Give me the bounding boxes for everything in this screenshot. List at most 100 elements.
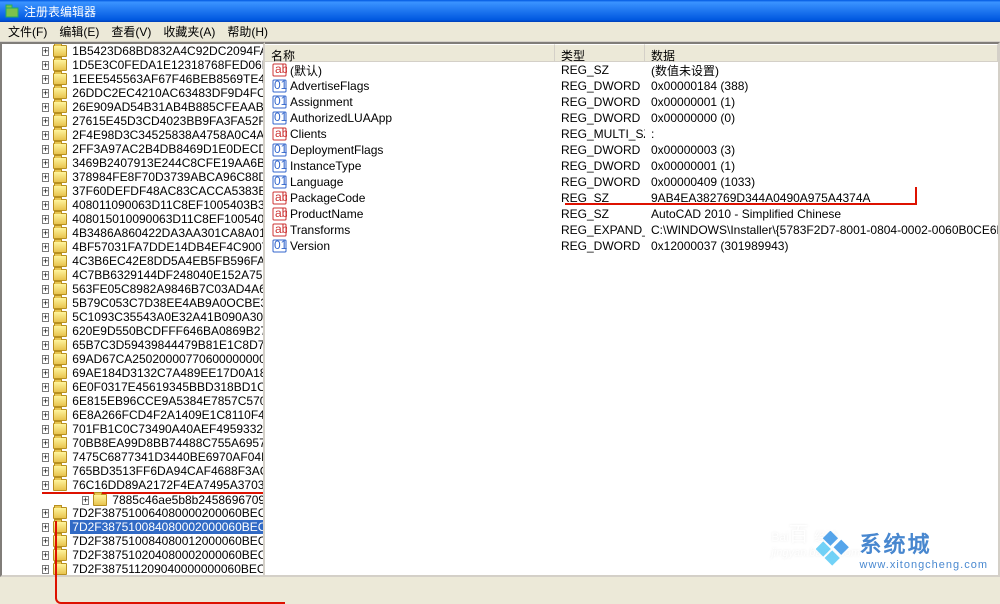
value-row[interactable]: 011AdvertiseFlagsREG_DWORD0x00000184 (38… [265,78,998,94]
tree-node[interactable]: +563FE05C8982A9846B7C03AD4A669E2A [2,282,263,296]
tree-node[interactable]: +26DDC2EC4210AC63483DF9D4FCC58B59 [2,86,263,100]
tree-node[interactable]: +5B79C053C7D38EE4AB9A0OCBE3B5D2472 [2,296,263,310]
expand-icon[interactable]: + [42,467,49,476]
tree-node[interactable]: +1B5423D68BD832A4C92DC2094FA0AB6F [2,44,263,58]
expand-icon[interactable]: + [42,509,49,518]
values-pane[interactable]: 名称 类型 数据 ab(默认)REG_SZ(数值未设置)011Advertise… [265,42,1000,577]
expand-icon[interactable]: + [42,89,49,98]
expand-icon[interactable]: + [42,453,49,462]
expand-icon[interactable]: + [42,215,49,224]
expand-icon[interactable]: + [42,439,49,448]
expand-icon[interactable]: + [42,47,49,56]
col-header-name[interactable]: 名称 [265,44,555,61]
tree-node[interactable]: +2FF3A97AC2B4DB8469D1E0DECD39044B [2,142,263,156]
tree-node[interactable]: +408011090063D11C8EF1005403B3839C [2,198,263,212]
expand-icon[interactable]: + [42,187,49,196]
col-header-data[interactable]: 数据 [645,44,998,61]
tree-node[interactable]: +701FB1C0C73490A40AEF4959332410OF [2,422,263,436]
expand-icon[interactable]: + [42,565,49,574]
tree-node[interactable]: +6E0F0317E45619345BBD318BD1CBC646 [2,380,263,394]
tree-node[interactable]: +7D2F387510084080012000060BECB6AB [2,534,263,548]
expand-icon[interactable]: + [42,229,49,238]
tree-node[interactable]: +6E8A266FCD4F2A1409E1C8110F44DECE [2,408,263,422]
expand-icon[interactable]: + [42,145,49,154]
expand-icon[interactable]: + [42,173,49,182]
tree-node[interactable]: +69AE184D3132C7A489EE17D0A18F48CA [2,366,263,380]
folder-icon [53,381,67,393]
expand-icon[interactable]: + [42,313,49,322]
expand-icon[interactable]: + [42,481,49,490]
tree-node[interactable]: +69AD67CA25020000770600000000000030 [2,352,263,366]
tree-node[interactable]: +4BF57031FA7DDE14DB4EF4C900TDC2FF [2,240,263,254]
expand-icon[interactable]: + [42,551,49,560]
col-header-type[interactable]: 类型 [555,44,645,61]
tree-node[interactable]: +70BB8EA99D8BB74488C755A69578D8A3 [2,436,263,450]
expand-icon[interactable]: + [42,537,49,546]
value-row[interactable]: 011AuthorizedLUAAppREG_DWORD0x00000000 (… [265,110,998,126]
expand-icon[interactable]: + [42,117,49,126]
expand-icon[interactable]: + [42,383,49,392]
menu-favorites[interactable]: 收藏夹(A) [157,21,221,42]
expand-icon[interactable]: + [42,103,49,112]
value-row[interactable]: 011DeploymentFlagsREG_DWORD0x00000003 (3… [265,142,998,158]
tree-node[interactable]: +6E815EB96CCE9A5384E7857C57002F0 [2,394,263,408]
tree-node[interactable]: +408015010090063D11C8EF10054038389C [2,212,263,226]
expand-icon[interactable]: + [42,369,49,378]
expand-icon[interactable]: + [42,411,49,420]
expand-icon[interactable]: + [42,271,49,280]
tree-node[interactable]: +4C7BB6329144DF248040E152A7523ED4 [2,268,263,282]
tree-node[interactable]: +65B7C3D59439844479B81E1C8D7598AC8 [2,338,263,352]
tree-node[interactable]: +37F60DEFDF48AC83CACCA5383B834973 [2,184,263,198]
tree-node[interactable]: +27615E45D3CD4023BB9FA3FA52FC8FEA [2,114,263,128]
value-row[interactable]: 011VersionREG_DWORD0x12000037 (301989943… [265,238,998,254]
expand-icon[interactable]: + [42,341,49,350]
menu-help[interactable]: 帮助(H) [221,21,274,42]
value-row[interactable]: abProductNameREG_SZAutoCAD 2010 - Simpli… [265,206,998,222]
tree-node[interactable]: +4C3B6EC42E8DD5A4EB5FB596FA44B3C0 [2,254,263,268]
tree-node[interactable]: +7D2F387510084080002000060BECB6AB [2,520,263,534]
expand-icon[interactable]: + [42,61,49,70]
expand-icon[interactable]: + [42,327,49,336]
tree-node[interactable]: +3469B2407913E244C8CFE19AA6BE1A66 [2,156,263,170]
tree-node[interactable]: +5C1093C35543A0E32A41B090A305076A [2,310,263,324]
svg-text:011: 011 [274,95,287,108]
menu-edit[interactable]: 编辑(E) [53,21,105,42]
tree-node[interactable]: +2F4E98D3C34525838A4758A0C4A24280 [2,128,263,142]
expand-icon[interactable]: + [42,75,49,84]
tree-node[interactable]: +378984FE8F70D3739ABCA96C88DA9A46 [2,170,263,184]
tree-node[interactable]: +26E909AD54B31AB4B885CFEAABB4EC9C [2,100,263,114]
tree-node[interactable]: +1D5E3C0FEDA1E12318768FED06E995A [2,58,263,72]
expand-icon[interactable]: + [82,496,89,505]
tree-node[interactable]: +620E9D550BCDFFF646BA0869B2722C86F [2,324,263,338]
value-row[interactable]: 011AssignmentREG_DWORD0x00000001 (1) [265,94,998,110]
expand-icon[interactable]: + [42,355,49,364]
tree-node[interactable]: +7D2F387510204080002000060BECB6AB [2,548,263,562]
menu-file[interactable]: 文件(F) [2,21,53,42]
expand-icon[interactable]: + [42,243,49,252]
expand-icon[interactable]: + [42,159,49,168]
tree-node[interactable]: +4B3486A860422DA3AA301CA8A012D781 [2,226,263,240]
expand-icon[interactable]: + [42,299,49,308]
tree-node[interactable]: +7885c46ae5b8b2458696709a5b6f5f1 [42,492,263,506]
value-row[interactable]: 011LanguageREG_DWORD0x00000409 (1033) [265,174,998,190]
expand-icon[interactable]: + [42,131,49,140]
expand-icon[interactable]: + [42,257,49,266]
value-row[interactable]: ab(默认)REG_SZ(数值未设置) [265,62,998,78]
expand-icon[interactable]: + [42,523,49,532]
tree-node[interactable]: +7D2F387510064080000200060BECB6AB [2,506,263,520]
tree-node[interactable]: +1EEE545563AF67F46BEB8569TE4F2B5D [2,72,263,86]
expand-icon[interactable]: + [42,425,49,434]
tree-pane[interactable]: +1B5423D68BD832A4C92DC2094FA0AB6F+1D5E3C… [0,42,265,577]
tree-node[interactable]: +7D2F387511209040000000060BECB6AB [2,562,263,576]
tree-node[interactable]: +76C16DD89A2172F4EA7495A3703F4D37 [2,478,263,492]
tree-node[interactable]: +765BD3513FF6DA94CAF4688F3ACCDFBF [2,464,263,478]
tree-node[interactable]: +7475C6877341D3440BE6970AF04E1501 [2,450,263,464]
expand-icon[interactable]: + [42,397,49,406]
menu-view[interactable]: 查看(V) [105,21,157,42]
expand-icon[interactable]: + [42,201,49,210]
value-row[interactable]: 011InstanceTypeREG_DWORD0x00000001 (1) [265,158,998,174]
expand-icon[interactable]: + [42,285,49,294]
value-row[interactable]: abPackageCodeREG_SZ9AB4EA382769D344A0490… [265,190,998,206]
value-row[interactable]: abTransformsREG_EXPAND_SZC:\WINDOWS\Inst… [265,222,998,238]
value-row[interactable]: abClientsREG_MULTI_SZ: [265,126,998,142]
